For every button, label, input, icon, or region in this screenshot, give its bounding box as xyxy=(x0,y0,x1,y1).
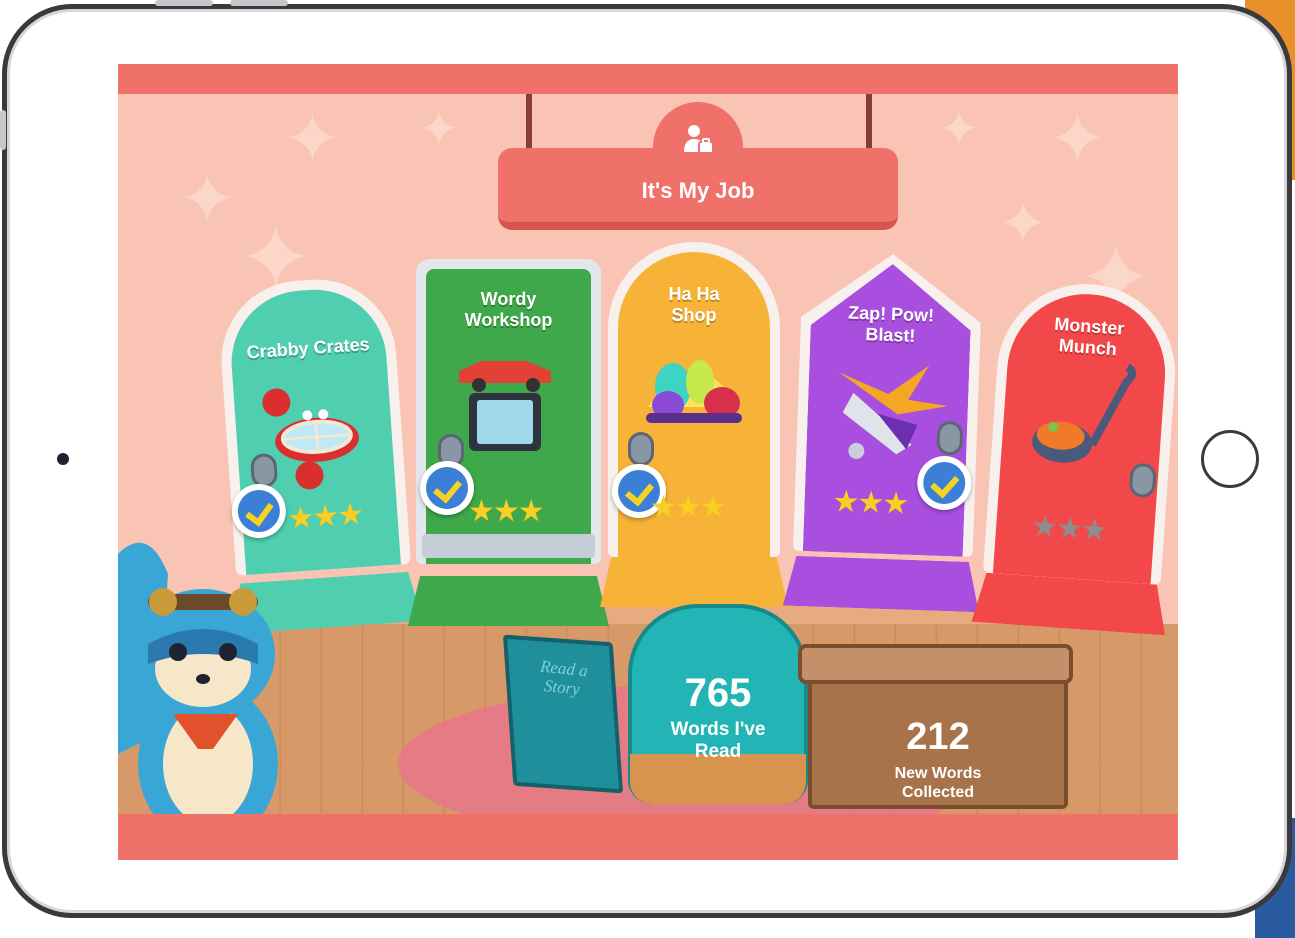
door-mat xyxy=(783,555,981,612)
sparkle-decoration: ✦ xyxy=(938,104,980,154)
new-words-count: 212 xyxy=(808,716,1068,759)
chest-lid xyxy=(798,644,1073,684)
sparkle-decoration: ✦ xyxy=(283,104,342,174)
sign-rope xyxy=(866,94,872,154)
door-label: Zap! Pow!Blast! xyxy=(800,301,981,349)
ladle-icon xyxy=(1020,355,1148,483)
star-rating: ★★★ xyxy=(468,494,543,529)
door-knob xyxy=(250,453,278,489)
door-zap-pow-blast[interactable]: Zap! Pow!Blast! ★★★ xyxy=(793,251,983,557)
door-mat xyxy=(600,557,788,607)
car-tablet-icon xyxy=(451,349,561,459)
door-mat xyxy=(408,576,609,626)
star-rating: ★★★ xyxy=(1030,509,1107,549)
words-read-count: 765 xyxy=(628,671,808,716)
door-hinge-strip xyxy=(422,534,595,558)
sparkle-decoration: ✦ xyxy=(998,194,1048,254)
sparkle-decoration: ✦ xyxy=(1048,104,1107,174)
front-camera xyxy=(57,453,69,465)
sign-rope xyxy=(526,94,532,154)
volume-button xyxy=(155,0,213,6)
star-rating: ★★★ xyxy=(650,490,725,525)
door-label: Ha HaShop xyxy=(608,284,780,326)
door-monster-munch[interactable]: MonsterMunch ★★★ xyxy=(983,278,1178,585)
side-switch xyxy=(0,110,6,150)
words-read-label: Words I'veRead xyxy=(628,719,808,763)
worker-briefcase-icon xyxy=(681,122,715,156)
door-wordy-workshop[interactable]: WordyWorkshop ★★★ xyxy=(416,259,601,564)
completed-check-icon xyxy=(420,461,474,515)
new-words-label: New WordsCollected xyxy=(808,764,1068,802)
star-rating: ★★★ xyxy=(286,497,363,537)
page-title: It's My Job xyxy=(498,178,898,204)
sparkle-decoration: ✦ xyxy=(418,104,460,154)
home-button[interactable] xyxy=(1201,430,1259,488)
top-bar xyxy=(118,64,1178,94)
door-ha-ha-shop[interactable]: Ha HaShop ★★★ xyxy=(608,242,780,557)
game-screen: ✦ ✦ ✦ ✦ ✦ ✦ ✦ ✦ It's My Job Crabby Crate… xyxy=(118,64,1178,860)
door-knob xyxy=(628,432,654,466)
jelly-characters-icon xyxy=(638,337,750,427)
sparkle-decoration: ✦ xyxy=(178,164,237,234)
door-knob xyxy=(936,421,963,456)
volume-button xyxy=(230,0,288,6)
door-label: WordyWorkshop xyxy=(416,289,601,331)
door-crabby-crates[interactable]: Crabby Crates ★★★ xyxy=(216,274,411,576)
star-rating: ★★★ xyxy=(832,484,908,522)
squirrel-mascot-icon xyxy=(118,534,298,824)
bottom-bar xyxy=(118,814,1178,860)
